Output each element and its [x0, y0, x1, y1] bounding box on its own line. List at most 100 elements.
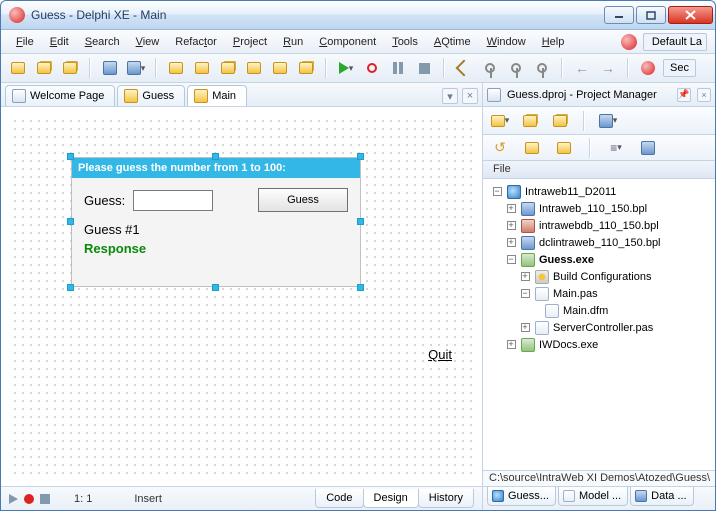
new-items-button[interactable] [7, 57, 29, 79]
tree-node[interactable]: +Intraweb_110_150.bpl [491, 200, 711, 217]
menu-component[interactable]: Component [312, 33, 383, 51]
macro-record-icon[interactable] [24, 494, 34, 504]
collapse-button[interactable] [553, 137, 575, 159]
macro-play-icon[interactable] [9, 494, 18, 504]
open-project-button[interactable] [33, 57, 55, 79]
resize-handle[interactable] [67, 218, 74, 225]
view-form-button[interactable] [243, 57, 265, 79]
menu-aqtime[interactable]: AQtime [427, 33, 478, 51]
run-to-cursor-button[interactable] [531, 57, 553, 79]
guess-button[interactable]: Guess [258, 188, 348, 212]
run-no-debug-button[interactable] [361, 57, 383, 79]
separator [443, 58, 445, 78]
views-button[interactable]: ▾ [597, 110, 619, 132]
maximize-button[interactable] [636, 6, 666, 24]
project-tree[interactable]: −Intraweb11_D2011 +Intraweb_110_150.bpl … [483, 179, 715, 357]
menu-view[interactable]: View [129, 33, 167, 51]
step-out-button[interactable] [505, 57, 527, 79]
expand-button[interactable] [521, 137, 543, 159]
open-file-button[interactable] [59, 57, 81, 79]
sync-button[interactable]: ↺ [489, 137, 511, 159]
config-button[interactable] [637, 137, 659, 159]
pin-button[interactable]: 📌 [677, 88, 691, 102]
tree-node-active-project[interactable]: −Guess.exe [491, 251, 711, 268]
view-tab-history[interactable]: History [418, 489, 474, 508]
tab-main[interactable]: Main [187, 85, 247, 106]
guess-input[interactable] [133, 190, 213, 211]
project-icon [487, 88, 501, 102]
sort-button[interactable]: ≡▾ [605, 137, 627, 159]
forward-button[interactable]: → [597, 57, 619, 79]
new-form-button[interactable] [295, 57, 317, 79]
resize-handle[interactable] [357, 153, 364, 160]
macro-stop-icon[interactable] [40, 494, 50, 504]
menu-tools[interactable]: Tools [385, 33, 425, 51]
tab-label: Welcome Page [30, 90, 104, 102]
close-button[interactable] [668, 6, 713, 24]
tab-list-button[interactable]: ▾ [442, 88, 458, 104]
tree-node[interactable]: +Build Configurations [491, 268, 711, 285]
browser2-icon[interactable] [637, 57, 659, 79]
data-icon [635, 490, 647, 502]
toggle-button[interactable] [269, 57, 291, 79]
menu-edit[interactable]: Edit [43, 33, 76, 51]
tree-node[interactable]: −Main.pas [491, 285, 711, 302]
step-over-button[interactable] [453, 57, 475, 79]
view-tabs: Code Design History [316, 489, 474, 508]
menu-window[interactable]: Window [480, 33, 533, 51]
tab-guess[interactable]: Guess [117, 85, 185, 106]
pause-button[interactable] [387, 57, 409, 79]
save-button[interactable] [99, 57, 121, 79]
panel-close-button[interactable]: × [697, 88, 711, 102]
tree-node[interactable]: +intrawebdb_110_150.bpl [491, 217, 711, 234]
remove-file-button[interactable] [191, 57, 213, 79]
separator [89, 58, 91, 78]
menu-search[interactable]: Search [78, 33, 127, 51]
resize-handle[interactable] [212, 284, 219, 291]
minimize-button[interactable] [604, 6, 634, 24]
tree-node[interactable]: +ServerController.pas [491, 319, 711, 336]
run-button[interactable]: ▾ [335, 57, 357, 79]
browser-icon[interactable] [621, 34, 637, 50]
tab-data[interactable]: Data ... [630, 487, 693, 506]
add-button[interactable] [519, 110, 541, 132]
tree-node-root[interactable]: −Intraweb11_D2011 [491, 183, 711, 200]
tab-close-button[interactable]: × [462, 88, 478, 104]
package-icon [521, 219, 535, 233]
save-all-button[interactable]: ▾ [125, 57, 147, 79]
tab-project[interactable]: Guess... [487, 487, 556, 506]
tab-model[interactable]: Model ... [558, 487, 628, 506]
new-button[interactable]: ▾ [489, 110, 511, 132]
editor-tabs: Welcome Page Guess Main ▾ × [1, 83, 482, 107]
selected-panel[interactable]: Please guess the number from 1 to 100: G… [71, 157, 361, 287]
toolbar-right-chip[interactable]: Sec [663, 59, 696, 77]
resize-handle[interactable] [67, 153, 74, 160]
remove-button[interactable] [549, 110, 571, 132]
menu-help[interactable]: Help [535, 33, 572, 51]
menu-run[interactable]: Run [276, 33, 310, 51]
menu-file[interactable]: File [9, 33, 41, 51]
view-unit-button[interactable] [217, 57, 239, 79]
view-tab-design[interactable]: Design [363, 489, 419, 508]
separator [325, 58, 327, 78]
tab-welcome[interactable]: Welcome Page [5, 85, 115, 106]
back-button[interactable]: ← [571, 57, 593, 79]
tree-node[interactable]: Main.dfm [491, 302, 711, 319]
resize-handle[interactable] [357, 218, 364, 225]
stop-button[interactable] [413, 57, 435, 79]
step-into-button[interactable] [479, 57, 501, 79]
quit-link[interactable]: Quit [428, 347, 452, 362]
model-icon [563, 490, 575, 502]
resize-handle[interactable] [357, 284, 364, 291]
layout-dropdown[interactable]: Default La [643, 33, 707, 51]
tree-node[interactable]: +dclintraweb_110_150.bpl [491, 234, 711, 251]
add-file-button[interactable] [165, 57, 187, 79]
menu-project[interactable]: Project [226, 33, 274, 51]
resize-handle[interactable] [212, 153, 219, 160]
form-designer[interactable]: Please guess the number from 1 to 100: G… [1, 107, 482, 486]
resize-handle[interactable] [67, 284, 74, 291]
tree-header-file[interactable]: File [483, 161, 715, 179]
tree-node[interactable]: +IWDocs.exe [491, 336, 711, 353]
menu-refactor[interactable]: Refactor [168, 33, 224, 51]
view-tab-code[interactable]: Code [315, 489, 363, 508]
